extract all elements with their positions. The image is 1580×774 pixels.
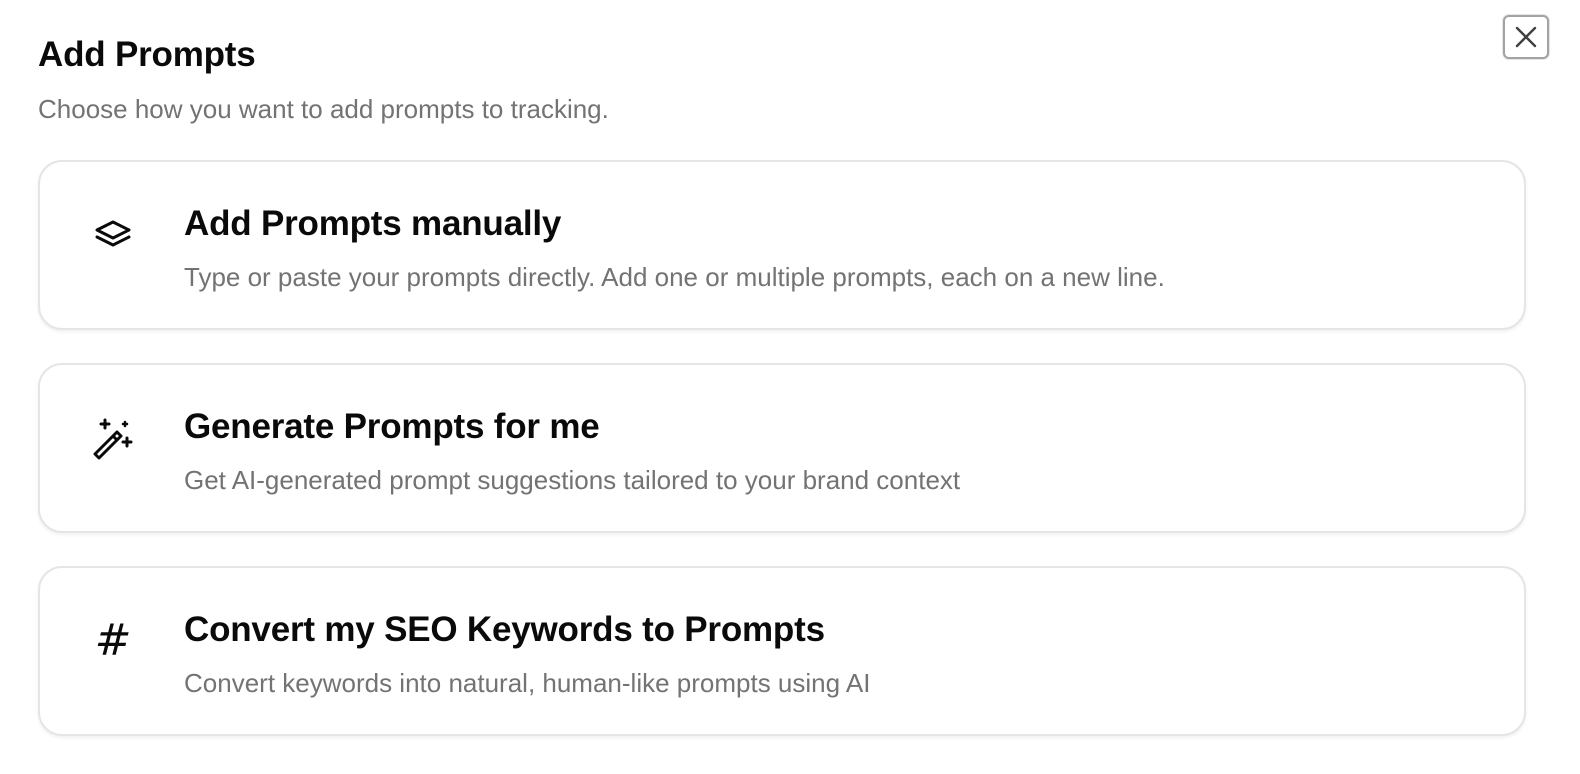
option-description: Type or paste your prompts directly. Add… — [184, 262, 1165, 292]
option-add-manually[interactable]: Add Prompts manually Type or paste your … — [38, 160, 1526, 330]
option-description: Convert keywords into natural, human-lik… — [184, 668, 871, 698]
option-title: Generate Prompts for me — [184, 407, 600, 446]
hash-icon: # — [94, 615, 132, 666]
dialog-subtitle: Choose how you want to add prompts to tr… — [38, 94, 609, 124]
magic-wand-icon — [90, 415, 136, 461]
dialog-title: Add Prompts — [38, 35, 256, 74]
options-list: Add Prompts manually Type or paste your … — [38, 160, 1526, 769]
close-icon — [1513, 24, 1539, 50]
option-title: Add Prompts manually — [184, 204, 562, 243]
option-description: Get AI-generated prompt suggestions tail… — [184, 465, 961, 495]
close-button[interactable] — [1503, 15, 1549, 59]
option-generate[interactable]: Generate Prompts for me Get AI-generated… — [38, 363, 1526, 533]
option-convert-seo[interactable]: # Convert my SEO Keywords to Prompts Con… — [38, 566, 1526, 736]
option-title: Convert my SEO Keywords to Prompts — [184, 610, 825, 649]
add-prompts-dialog: Add Prompts Choose how you want to add p… — [0, 0, 1580, 774]
layers-icon — [90, 212, 136, 258]
